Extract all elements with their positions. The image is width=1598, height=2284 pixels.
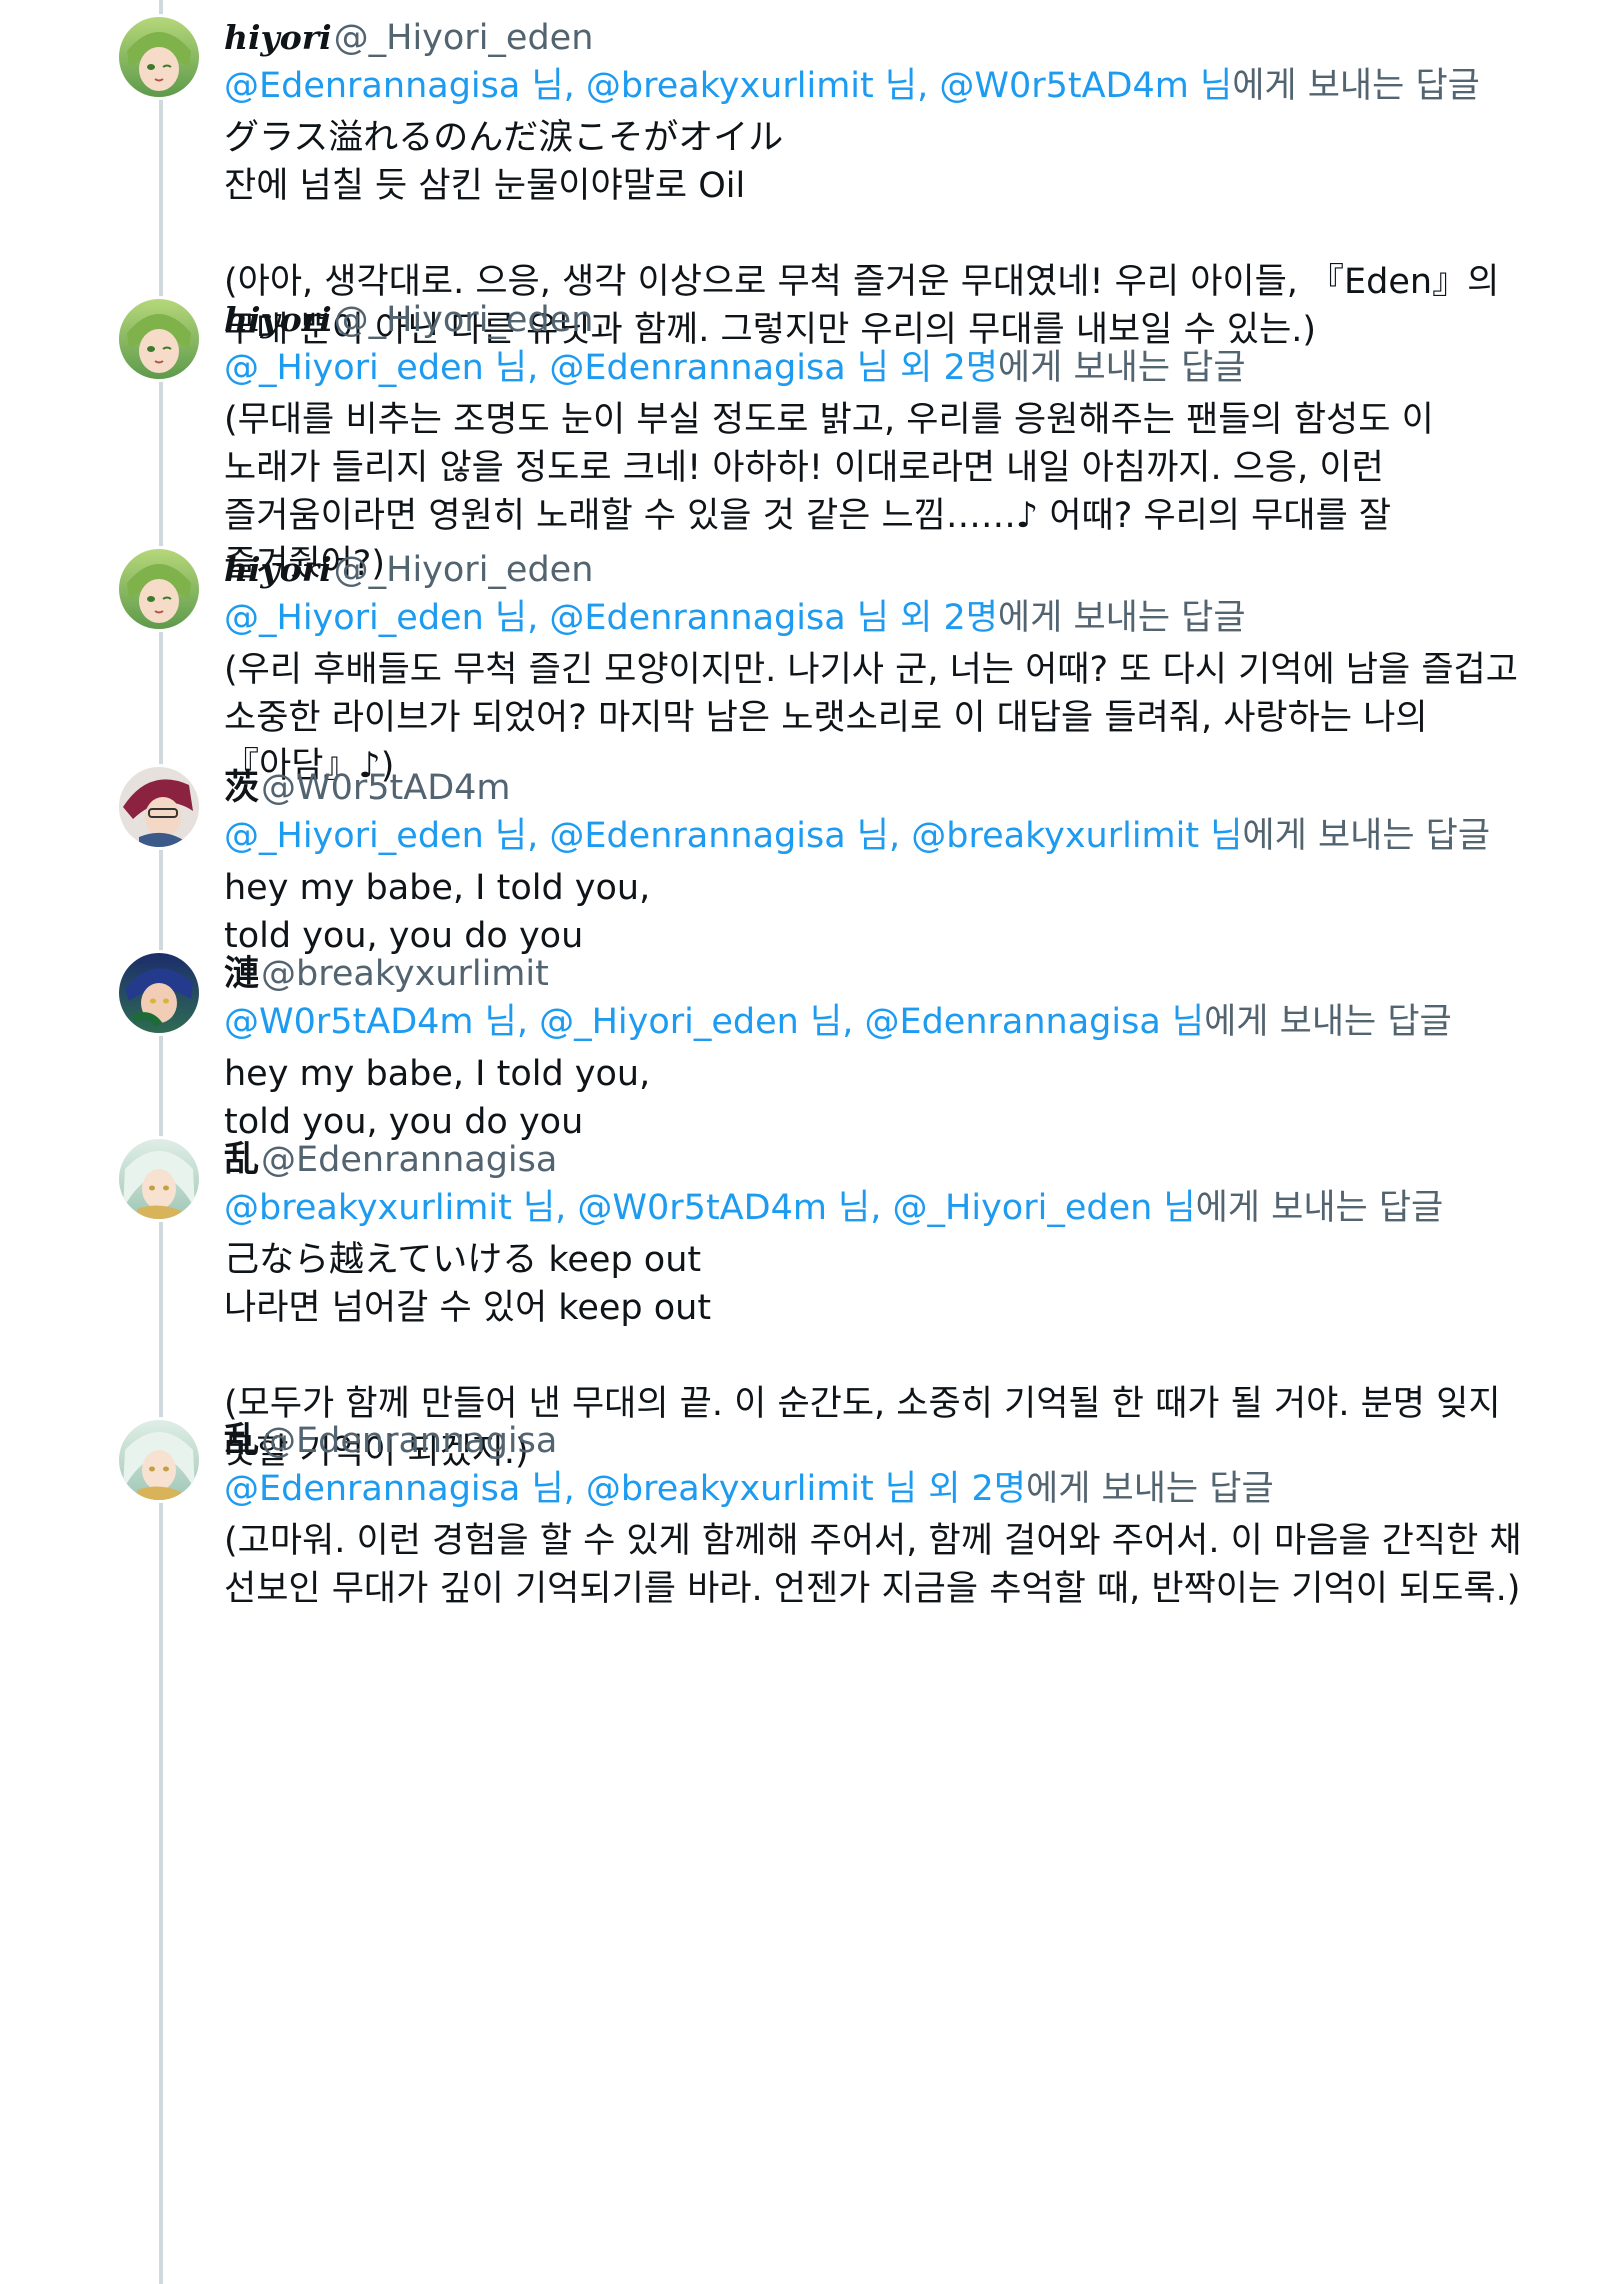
replying-to-line: @Edenrannagisa 님, @breakyxurlimit 님, @W0… — [224, 62, 1484, 110]
mention-link[interactable]: @Edenrannagisa 님 외 2명 — [549, 598, 998, 638]
tweet-header: 茨@W0r5tAD4m — [224, 764, 1484, 812]
display-name[interactable]: 茨 — [224, 768, 259, 808]
tweet-content: hiyori@_Hiyori_eden @_Hiyori_eden 님, @Ede… — [224, 296, 1484, 588]
mention-separator: , — [563, 66, 586, 106]
mention-separator: , — [527, 348, 550, 388]
mention-link[interactable]: @_Hiyori_eden 님 — [224, 598, 527, 638]
replying-to-line: @W0r5tAD4m 님, @_Hiyori_eden 님, @Edenrann… — [224, 998, 1484, 1046]
tweet-text-line: 소중한 라이브가 되었어? 마지막 남은 노랫소리로 이 대답을 들려줘, 사랑… — [224, 698, 1428, 738]
tweet-header: hiyori@_Hiyori_eden — [224, 14, 1484, 62]
display-name[interactable]: 乱 — [224, 1421, 259, 1461]
mention-separator: , — [889, 816, 912, 856]
mention-link[interactable]: @Edenrannagisa 님 — [864, 1002, 1204, 1042]
hiyori-avatar[interactable] — [116, 14, 202, 100]
reply-suffix: 에게 보내는 답글 — [997, 348, 1246, 388]
tweet-content: 漣@breakyxurlimit @W0r5tAD4m 님, @_Hiyori_e… — [224, 950, 1484, 1146]
mention-separator: , — [527, 598, 550, 638]
mention-link[interactable]: @_Hiyori_eden 님 — [539, 1002, 842, 1042]
tweet-text-line: 나라면 넘어갈 수 있어 keep out — [224, 1288, 712, 1328]
mention-separator: , — [555, 1188, 578, 1228]
tweet-text: hey my babe, I told you, told you, you do… — [224, 1050, 1484, 1146]
display-name[interactable]: hiyori — [224, 550, 332, 589]
tweet-content: 茨@W0r5tAD4m @_Hiyori_eden 님, @Edenrannagi… — [224, 764, 1490, 960]
user-handle[interactable]: @W0r5tAD4m — [261, 768, 511, 808]
mention-separator: , — [917, 66, 940, 106]
tweet-text: (고마워. 이런 경험을 할 수 있게 함께해 주어서, 함께 걸어와 주어서.… — [224, 1517, 1522, 1613]
reply-suffix: 에게 보내는 답글 — [997, 598, 1246, 638]
reply-suffix: 에게 보내는 답글 — [1204, 1002, 1452, 1042]
mention-separator: , — [563, 1469, 586, 1509]
tweet-header: 漣@breakyxurlimit — [224, 950, 1484, 998]
mention-link[interactable]: @Edenrannagisa 님 — [224, 1469, 564, 1509]
tweet-text-line: (우리 후배들도 무척 즐긴 모양이지만. 나기사 군, 너는 어때? 또 다시… — [224, 650, 1518, 690]
mention-link[interactable]: @breakyxurlimit 님 — [586, 66, 917, 106]
display-name[interactable]: hiyori — [224, 300, 332, 339]
user-handle[interactable]: @Edenrannagisa — [261, 1140, 557, 1180]
user-handle[interactable]: @breakyxurlimit — [261, 954, 549, 994]
mention-separator: , — [527, 816, 550, 856]
tweet-header: 乱@Edenrannagisa — [224, 1417, 1484, 1465]
tweet-text-line: 노래가 들리지 않을 정도로 크네! 아하하! 이대로라면 내일 아침까지. 으… — [224, 448, 1384, 488]
tweet-text-line: グラス溢れるのんだ涙こそがオイル — [224, 118, 784, 158]
reply-suffix: 에게 보내는 답글 — [1195, 1188, 1444, 1228]
tweet-header: 乱@Edenrannagisa — [224, 1136, 1484, 1184]
ibara-avatar[interactable] — [116, 764, 202, 850]
tweet-text-line: 즐거움이라면 영원히 노래할 수 있을 것 같은 느낌……♪ 어때? 우리의 무… — [224, 496, 1392, 536]
mention-link[interactable]: @_Hiyori_eden 님 — [893, 1188, 1196, 1228]
tweet-header: hiyori@_Hiyori_eden — [224, 296, 1484, 344]
mention-link[interactable]: @_Hiyori_eden 님 — [224, 816, 527, 856]
reply-suffix: 에게 보내는 답글 — [1242, 816, 1491, 856]
mention-link[interactable]: @W0r5tAD4m 님 — [939, 66, 1232, 106]
mention-link[interactable]: @W0r5tAD4m 님 — [577, 1188, 870, 1228]
tweet-text-line: hey my babe, I told you, — [224, 1054, 651, 1094]
mention-separator: , — [842, 1002, 865, 1042]
tweet-text-line: 선보인 무대가 깊이 기억되기를 바라. 언젠가 지금을 추억할 때, 반짝이는… — [224, 1569, 1521, 1609]
tweet-text-line: (무대를 비추는 조명도 눈이 부실 정도로 밝고, 우리를 응원해주는 팬들의… — [224, 400, 1434, 440]
hiyori-avatar[interactable] — [116, 296, 202, 382]
tweet-content: 乱@Edenrannagisa @Edenrannagisa 님, @breaky… — [224, 1417, 1522, 1613]
tweet-header: hiyori@_Hiyori_eden — [224, 546, 1484, 594]
mention-separator: , — [870, 1188, 893, 1228]
replying-to-line: @_Hiyori_eden 님, @Edenrannagisa 님 외 2명에게… — [224, 594, 1484, 642]
display-name[interactable]: 漣 — [224, 954, 259, 994]
tweet-text: hey my babe, I told you, told you, you do… — [224, 864, 1484, 960]
tweet-text-line: 己なら越えていける keep out — [224, 1240, 702, 1280]
tweet-text-line — [224, 210, 1484, 258]
user-handle[interactable]: @_Hiyori_eden — [334, 300, 594, 340]
nagisa-avatar[interactable] — [116, 1417, 202, 1503]
jun-avatar[interactable] — [116, 950, 202, 1036]
mention-link[interactable]: @Edenrannagisa 님 외 2명 — [549, 348, 998, 388]
hiyori-avatar[interactable] — [116, 546, 202, 632]
tweet-content: hiyori@_Hiyori_eden @_Hiyori_eden 님, @Ede… — [224, 546, 1518, 790]
replying-to-line: @breakyxurlimit 님, @W0r5tAD4m 님, @_Hiyor… — [224, 1184, 1484, 1232]
user-handle[interactable]: @_Hiyori_eden — [334, 18, 594, 58]
reply-suffix: 에게 보내는 답글 — [1232, 66, 1480, 106]
display-name[interactable]: 乱 — [224, 1140, 259, 1180]
user-handle[interactable]: @Edenrannagisa — [261, 1421, 557, 1461]
user-handle[interactable]: @_Hiyori_eden — [334, 550, 594, 590]
tweet-text-line: 잔에 넘칠 듯 삼킨 눈물이야말로 Oil — [224, 166, 746, 206]
mention-separator: , — [516, 1002, 540, 1042]
mention-link[interactable]: @Edenrannagisa 님 — [549, 816, 889, 856]
mention-link[interactable]: @Edenrannagisa 님 — [224, 66, 564, 106]
tweet-text-line — [224, 1332, 1484, 1380]
replying-to-line: @_Hiyori_eden 님, @Edenrannagisa 님, @brea… — [224, 812, 1490, 860]
replying-to-line: @Edenrannagisa 님, @breakyxurlimit 님 외 2명… — [224, 1465, 1484, 1513]
tweet-text-line: hey my babe, I told you, — [224, 868, 651, 908]
tweet-text-line: (고마워. 이런 경험을 할 수 있게 함께해 주어서, 함께 걸어와 주어서.… — [224, 1521, 1522, 1561]
mention-link[interactable]: @W0r5tAD4m 님 — [224, 1002, 517, 1042]
mention-link[interactable]: @breakyxurlimit 님 외 2명 — [586, 1469, 1026, 1509]
mention-link[interactable]: @breakyxurlimit 님 — [911, 816, 1242, 856]
mention-link[interactable]: @_Hiyori_eden 님 — [224, 348, 527, 388]
replying-to-line: @_Hiyori_eden 님, @Edenrannagisa 님 외 2명에게… — [224, 344, 1484, 392]
reply-suffix: 에게 보내는 답글 — [1026, 1469, 1274, 1509]
nagisa-avatar[interactable] — [116, 1136, 202, 1222]
display-name[interactable]: hiyori — [224, 18, 332, 57]
mention-link[interactable]: @breakyxurlimit 님 — [224, 1188, 555, 1228]
